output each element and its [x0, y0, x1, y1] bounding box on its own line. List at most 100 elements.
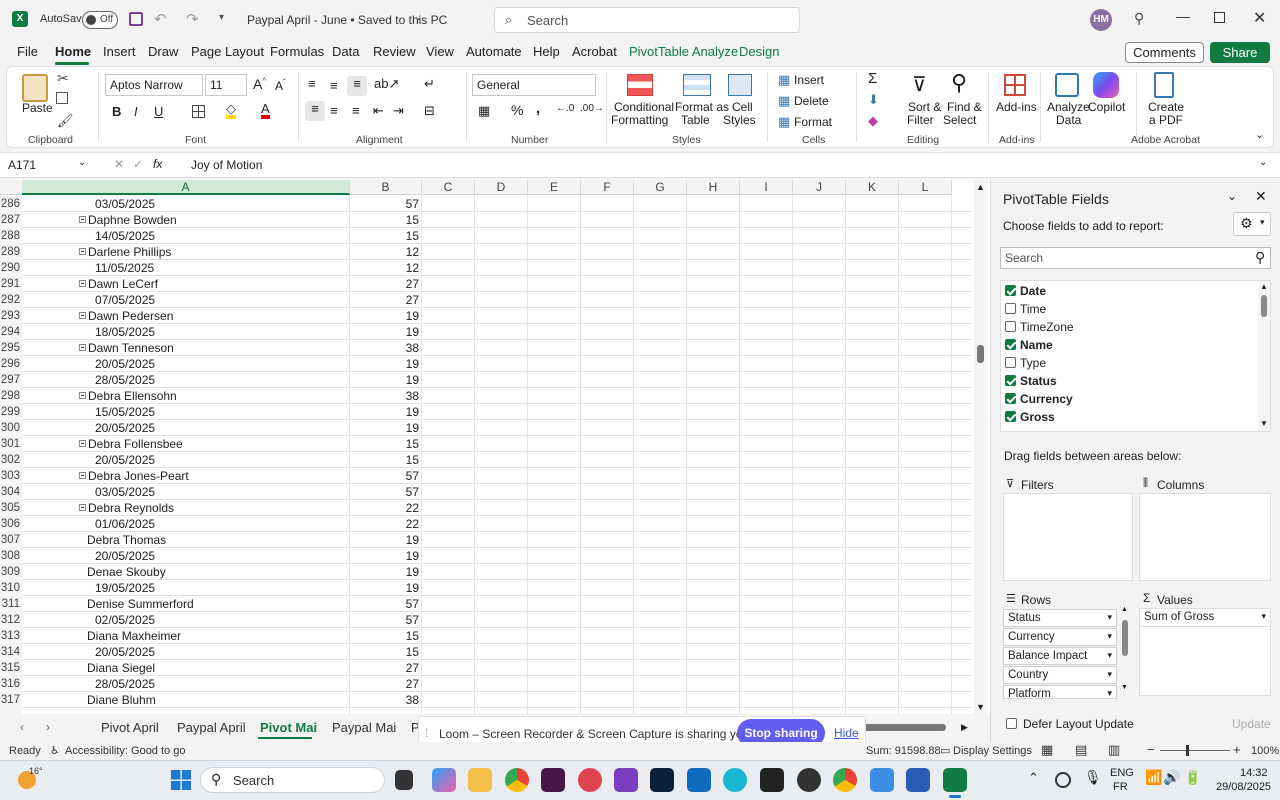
row-header[interactable]: 306 [0, 516, 22, 532]
column-header-c[interactable]: C [422, 180, 475, 195]
field-label-gross[interactable]: Gross [1020, 410, 1055, 424]
word-icon[interactable] [906, 768, 930, 792]
field-label-type[interactable]: Type [1020, 356, 1046, 370]
enter-icon[interactable]: ✓ [133, 157, 143, 171]
column-header-a[interactable]: A [22, 180, 350, 195]
weather-temp[interactable]: 16° [29, 766, 43, 776]
display-settings-icon[interactable]: ▭ [940, 744, 950, 757]
tab-help[interactable]: Help [533, 44, 560, 59]
find-select-label-2[interactable]: Select [943, 113, 976, 127]
formula-input[interactable]: Joy of Motion [191, 158, 262, 172]
sheet-tab-pivot-april[interactable]: Pivot April [101, 720, 159, 735]
horizontal-scroll-thumb[interactable] [862, 724, 946, 731]
chevron-down-icon[interactable]: ▾ [1261, 611, 1266, 622]
pivot-name-cell[interactable]: Denise Summerford [22, 596, 350, 612]
outlook-icon[interactable] [687, 768, 711, 792]
sum-of-gross-cell[interactable]: 19 [350, 580, 422, 596]
format-cells-button[interactable]: Format [794, 115, 832, 129]
row-item-status[interactable]: Status ▾ [1003, 609, 1117, 627]
sheet-tab-paypal-mai[interactable]: Paypal Mai [332, 720, 396, 735]
sort-filter-icon[interactable]: ⊽ [912, 72, 927, 97]
decrease-decimal-icon[interactable]: .00→ [580, 103, 604, 114]
insert-function-icon[interactable]: fx [153, 157, 162, 171]
sheet-tab-paypal-april[interactable]: Paypal April [177, 720, 246, 735]
row-header[interactable]: 302 [0, 452, 22, 468]
column-header-h[interactable]: H [687, 180, 740, 195]
update-button[interactable]: Update [1232, 717, 1271, 731]
pivot-name-cell[interactable]: Dawn Pedersen [22, 308, 350, 324]
comments-button[interactable]: Comments [1125, 42, 1204, 63]
pivot-date-cell[interactable]: 18/05/2025 [22, 324, 350, 340]
copy-icon[interactable] [56, 92, 68, 104]
row-header[interactable]: 307 [0, 532, 22, 548]
start-windows-icon[interactable] [171, 770, 191, 790]
collapse-ribbon-icon[interactable]: ⌄ [1255, 128, 1264, 141]
collapse-icon[interactable] [79, 216, 86, 223]
row-header[interactable]: 299 [0, 404, 22, 420]
align-right-icon[interactable]: ≡ [352, 103, 360, 118]
page-break-view-icon[interactable]: ▥ [1108, 742, 1120, 758]
task-view-icon[interactable] [395, 770, 413, 790]
format-table-label-1[interactable]: Format as [675, 100, 729, 114]
tab-file[interactable]: File [17, 44, 38, 59]
chevron-down-icon[interactable]: ▾ [1107, 650, 1112, 661]
column-header-l[interactable]: L [899, 180, 952, 195]
pivot-date-cell[interactable]: 02/05/2025 [22, 612, 350, 628]
tab-view[interactable]: View [426, 44, 454, 59]
pivot-date-cell[interactable]: 11/05/2025 [22, 260, 350, 276]
minimize-icon[interactable]: — [1176, 8, 1190, 24]
row-header[interactable]: 317 [0, 692, 22, 708]
sum-of-gross-cell[interactable]: 27 [350, 676, 422, 692]
cancel-icon[interactable]: ✕ [114, 157, 124, 171]
chevron-down-icon[interactable]: ▾ [1107, 669, 1112, 680]
rows-area-scrollbar[interactable]: ▲ ▼ [1121, 606, 1129, 696]
italic-icon[interactable]: I [134, 104, 138, 119]
chrome-icon[interactable] [505, 768, 529, 792]
sum-of-gross-cell[interactable]: 19 [350, 532, 422, 548]
pivot-date-cell[interactable]: 20/05/2025 [22, 420, 350, 436]
row-item-currency[interactable]: Currency ▾ [1003, 628, 1117, 646]
file-explorer-icon[interactable] [468, 768, 492, 792]
copilot-icon[interactable] [1093, 72, 1119, 98]
create-pdf-label-1[interactable]: Create [1148, 100, 1184, 114]
scroll-up-icon[interactable]: ▲ [976, 182, 985, 192]
microphone-icon[interactable]: 🎙 [1084, 769, 1102, 786]
lightbulb-icon[interactable]: ⚲ [1134, 10, 1144, 27]
pivot-name-cell[interactable]: Daphne Bowden [22, 212, 350, 228]
tab-design[interactable]: Design [739, 44, 779, 59]
addins-icon[interactable] [1004, 74, 1026, 96]
row-header[interactable]: 303 [0, 468, 22, 484]
field-label-date[interactable]: Date [1020, 284, 1046, 298]
pivot-name-cell[interactable]: Dawn LeCerf [22, 276, 350, 292]
paste-icon[interactable] [22, 74, 48, 102]
sum-of-gross-cell[interactable]: 19 [350, 404, 422, 420]
pivot-date-cell[interactable]: 03/05/2025 [22, 196, 350, 212]
zoom-slider-thumb[interactable] [1186, 745, 1189, 756]
accessibility-status[interactable]: Accessibility: Good to go [65, 745, 185, 757]
indent-increase-icon[interactable]: ⇥ [393, 103, 404, 119]
row-header[interactable]: 297 [0, 372, 22, 388]
row-header[interactable]: 286 [0, 196, 22, 212]
conditional-formatting-label-1[interactable]: Conditional [614, 100, 674, 114]
fill-icon[interactable]: ⬇ [868, 92, 879, 108]
collapse-icon[interactable] [79, 312, 86, 319]
sum-of-gross-cell[interactable]: 27 [350, 292, 422, 308]
avatar[interactable]: HM [1090, 9, 1112, 31]
wrap-text-icon[interactable]: ↵ [424, 76, 435, 92]
chevron-down-icon[interactable]: ▾ [1107, 612, 1112, 623]
cell-styles-icon[interactable] [728, 74, 752, 96]
row-item-platform[interactable]: Platform ▾ [1003, 685, 1117, 699]
chatgpt-icon[interactable] [797, 768, 821, 792]
value-item-sum-of-gross[interactable]: Sum of Gross ▾ [1140, 609, 1270, 627]
row-header[interactable]: 304 [0, 484, 22, 500]
cell-styles-label-1[interactable]: Cell [732, 100, 753, 114]
scroll-down-icon[interactable]: ▼ [1121, 684, 1128, 691]
column-header-d[interactable]: D [475, 180, 528, 195]
language-fr[interactable]: FR [1113, 781, 1128, 793]
column-header-e[interactable]: E [528, 180, 581, 195]
font-size-select[interactable]: 11 [205, 74, 247, 96]
row-header[interactable]: 310 [0, 580, 22, 596]
font-color-icon[interactable]: A [261, 102, 270, 119]
row-header[interactable]: 290 [0, 260, 22, 276]
close-pane-icon[interactable]: ✕ [1255, 188, 1267, 205]
